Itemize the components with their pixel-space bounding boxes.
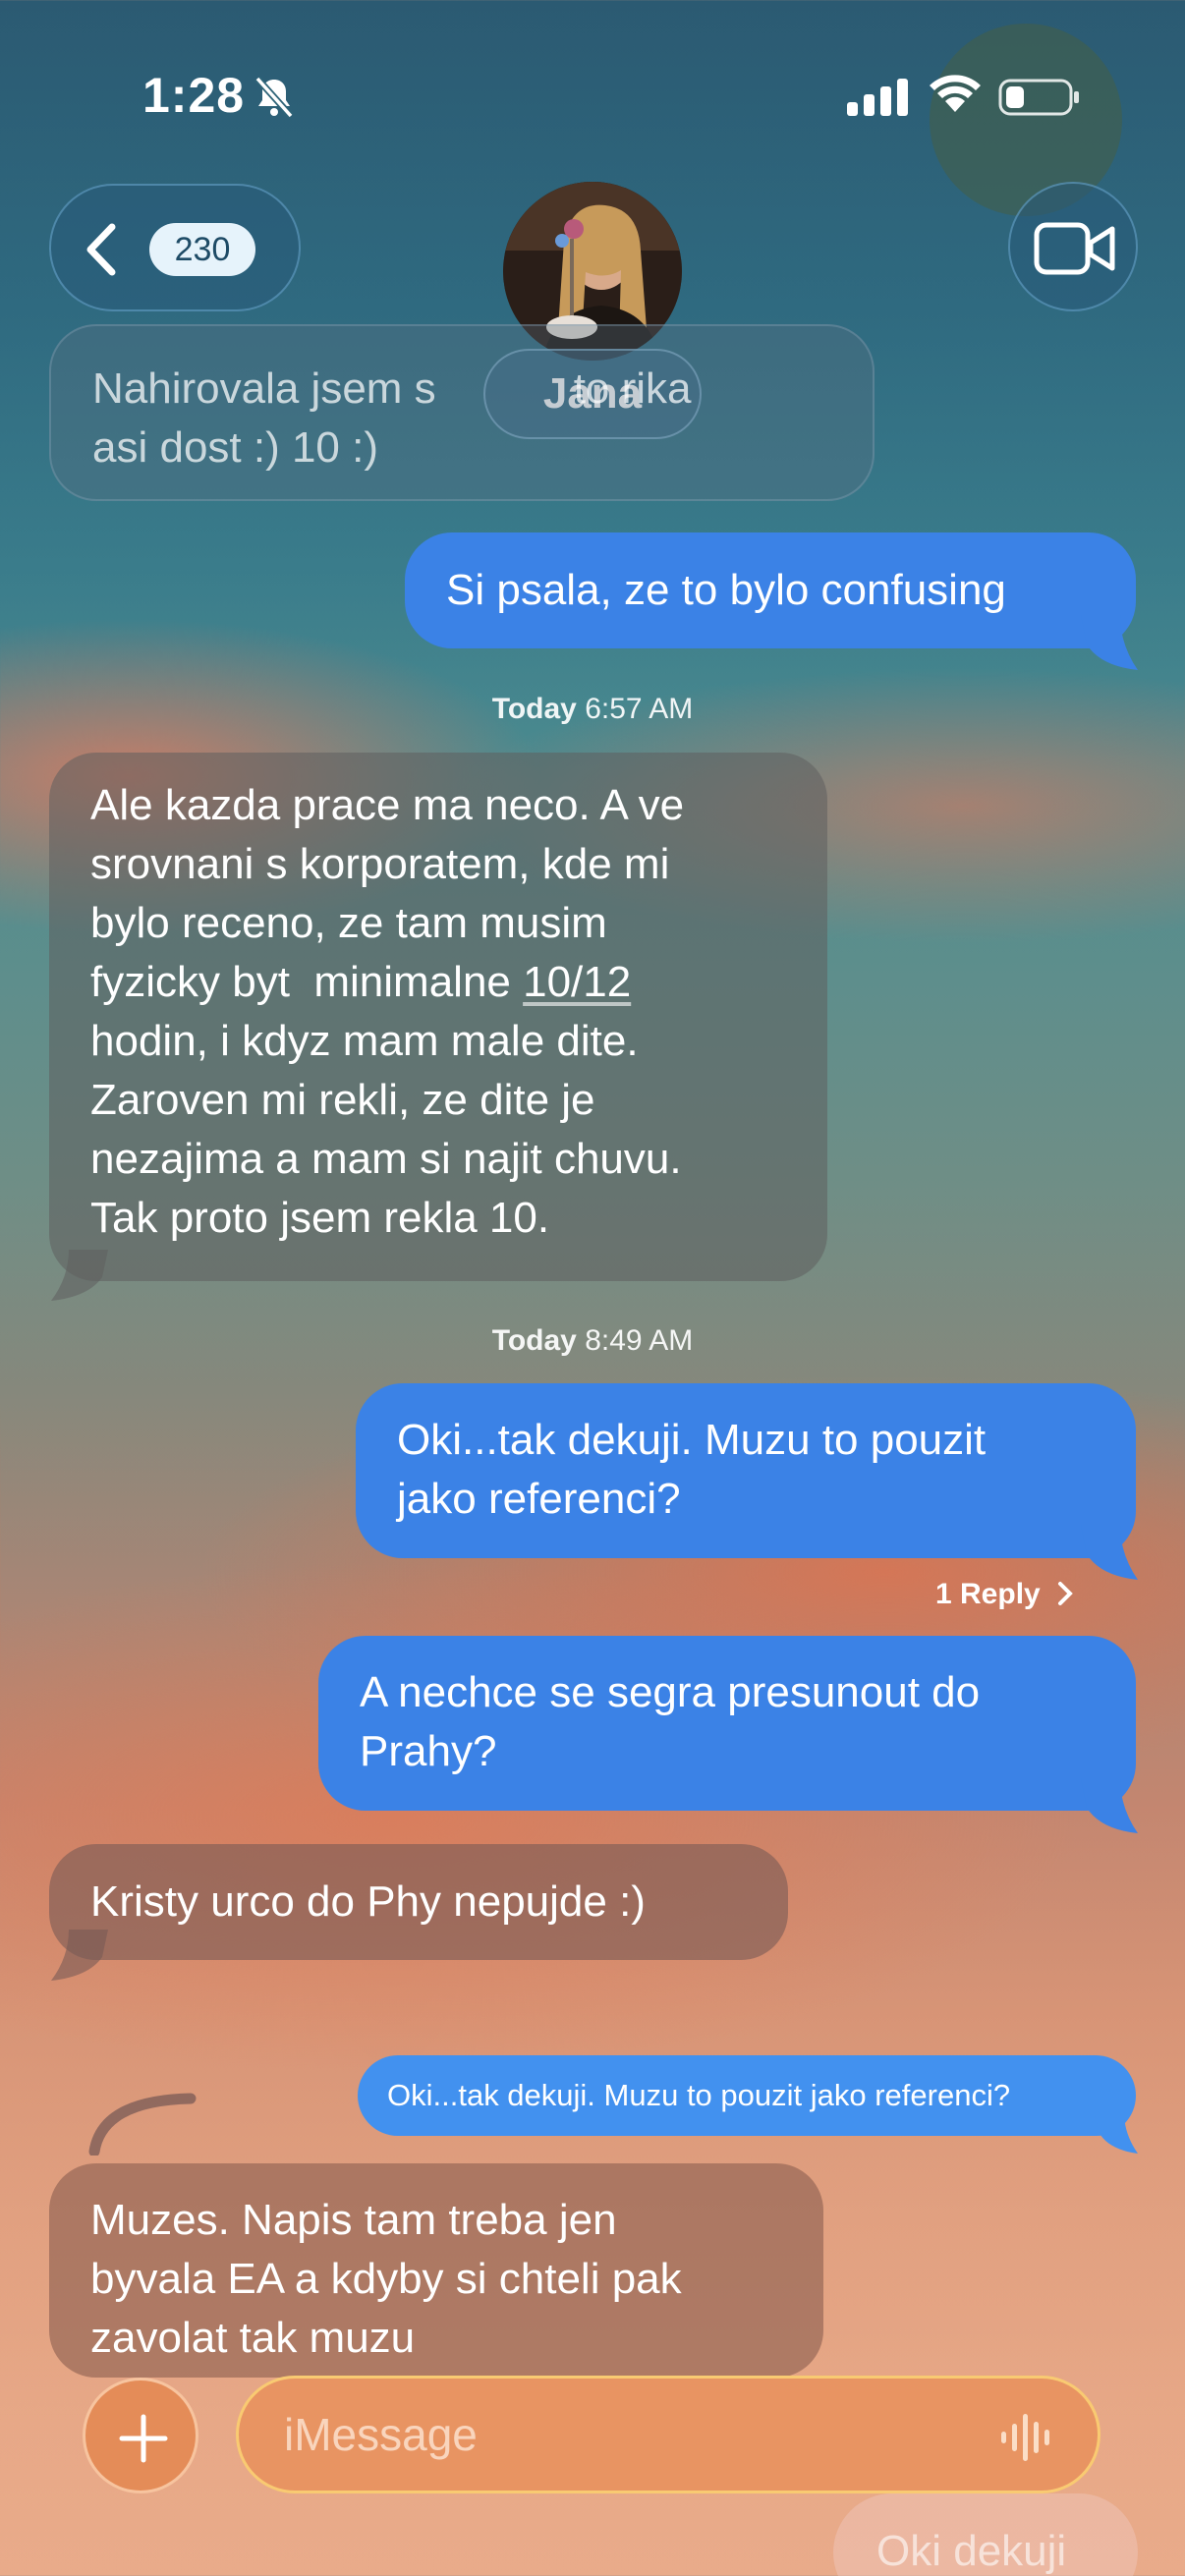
- thread-reply-link[interactable]: 1 Reply: [935, 1578, 1074, 1611]
- message-text: A nechce se segra presunout do: [360, 1668, 981, 1716]
- message-bubble-incoming[interactable]: Ale kazda prace ma neco. A ve srovnani s…: [49, 753, 827, 1281]
- message-text: Nahirovala jsem s: [92, 364, 436, 413]
- message-text: Tak proto jsem rekla 10.: [90, 1194, 550, 1242]
- message-bubble-outgoing[interactable]: Oki...tak dekuji. Muzu to pouzit jako re…: [356, 1383, 1136, 1558]
- message-bubble-incoming[interactable]: Nahirovala jsem s to rika asi dost :) 10 …: [49, 324, 875, 501]
- chevron-left-icon: [86, 223, 116, 276]
- message-text: Prahy?: [360, 1727, 497, 1775]
- message-text: Kristy urco do Phy nepujde :): [90, 1877, 646, 1926]
- quoted-message-text: Oki...tak dekuji. Muzu to pouzit jako re…: [387, 2078, 1011, 2112]
- waveform-icon[interactable]: [999, 2412, 1056, 2463]
- unread-count-badge: 230: [149, 223, 255, 276]
- bell-slash-icon: [254, 76, 294, 119]
- cellular-signal-icon: [847, 79, 908, 116]
- back-button[interactable]: 230: [49, 184, 301, 311]
- message-input-placeholder: iMessage: [284, 2409, 478, 2460]
- message-text: asi dost :) 10 :): [92, 423, 379, 472]
- wifi-icon: [930, 75, 981, 112]
- draft-message-text: Oki dekuji: [876, 2527, 1067, 2575]
- bubble-tail: [1081, 1525, 1138, 1580]
- message-text: bylo receno, ze tam musim: [90, 899, 607, 947]
- message-text: zavolat tak muzu: [90, 2314, 416, 2362]
- message-text: Oki...tak dekuji. Muzu to pouzit: [397, 1416, 987, 1464]
- bubble-tail: [1081, 615, 1138, 670]
- message-text: to rika: [573, 364, 692, 413]
- message-bubble-outgoing[interactable]: Si psala, ze to bylo confusing: [405, 532, 1136, 648]
- add-attachment-button[interactable]: [83, 2378, 198, 2493]
- video-camera-icon: [1034, 222, 1115, 275]
- reply-thread-line: [88, 2093, 197, 2156]
- message-text: srovnani s korporatem, kde mi: [90, 840, 670, 888]
- message-text: byvala EA a kdyby si chteli pak: [90, 2255, 682, 2303]
- message-bubble-incoming[interactable]: Kristy urco do Phy nepujde :): [49, 1844, 788, 1960]
- draft-message-bubble[interactable]: Oki dekuji: [833, 2493, 1138, 2576]
- message-input[interactable]: iMessage: [236, 2376, 1100, 2493]
- message-text: Zaroven mi rekli, ze dite je: [90, 1076, 595, 1124]
- bubble-tail: [1081, 1778, 1138, 1833]
- message-text: Muzes. Napis tam treba jen: [90, 2196, 617, 2244]
- message-bubble-incoming[interactable]: Muzes. Napis tam treba jen byvala EA a k…: [49, 2163, 823, 2378]
- message-text: Si psala, ze to bylo confusing: [446, 566, 1006, 614]
- chevron-right-icon: [1058, 1582, 1073, 1605]
- battery-icon: [998, 79, 1079, 116]
- message-text: jako referenci?: [397, 1475, 681, 1523]
- message-text: nezajima a mam si najit chuvu.: [90, 1135, 682, 1183]
- plus-icon: [119, 2414, 168, 2463]
- message-bubble-outgoing[interactable]: A nechce se segra presunout do Prahy?: [318, 1636, 1136, 1811]
- bubble-tail: [51, 1250, 108, 1301]
- detected-data-link[interactable]: 10/12: [523, 958, 631, 1006]
- message-text: hodin, i kdyz mam male dite.: [90, 1017, 639, 1065]
- message-text: Ale kazda prace ma neco. A ve: [90, 781, 685, 829]
- bubble-tail: [1095, 2112, 1138, 2154]
- timestamp: Today 8:49 AM: [491, 1324, 694, 1357]
- facetime-button[interactable]: [1008, 182, 1138, 311]
- bubble-tail: [51, 1930, 108, 1981]
- message-text: fyzicky byt minimalne: [90, 958, 524, 1006]
- timestamp: Today 6:57 AM: [491, 693, 694, 725]
- status-time: 1:28: [142, 68, 246, 123]
- quoted-message-bubble[interactable]: Oki...tak dekuji. Muzu to pouzit jako re…: [358, 2055, 1136, 2136]
